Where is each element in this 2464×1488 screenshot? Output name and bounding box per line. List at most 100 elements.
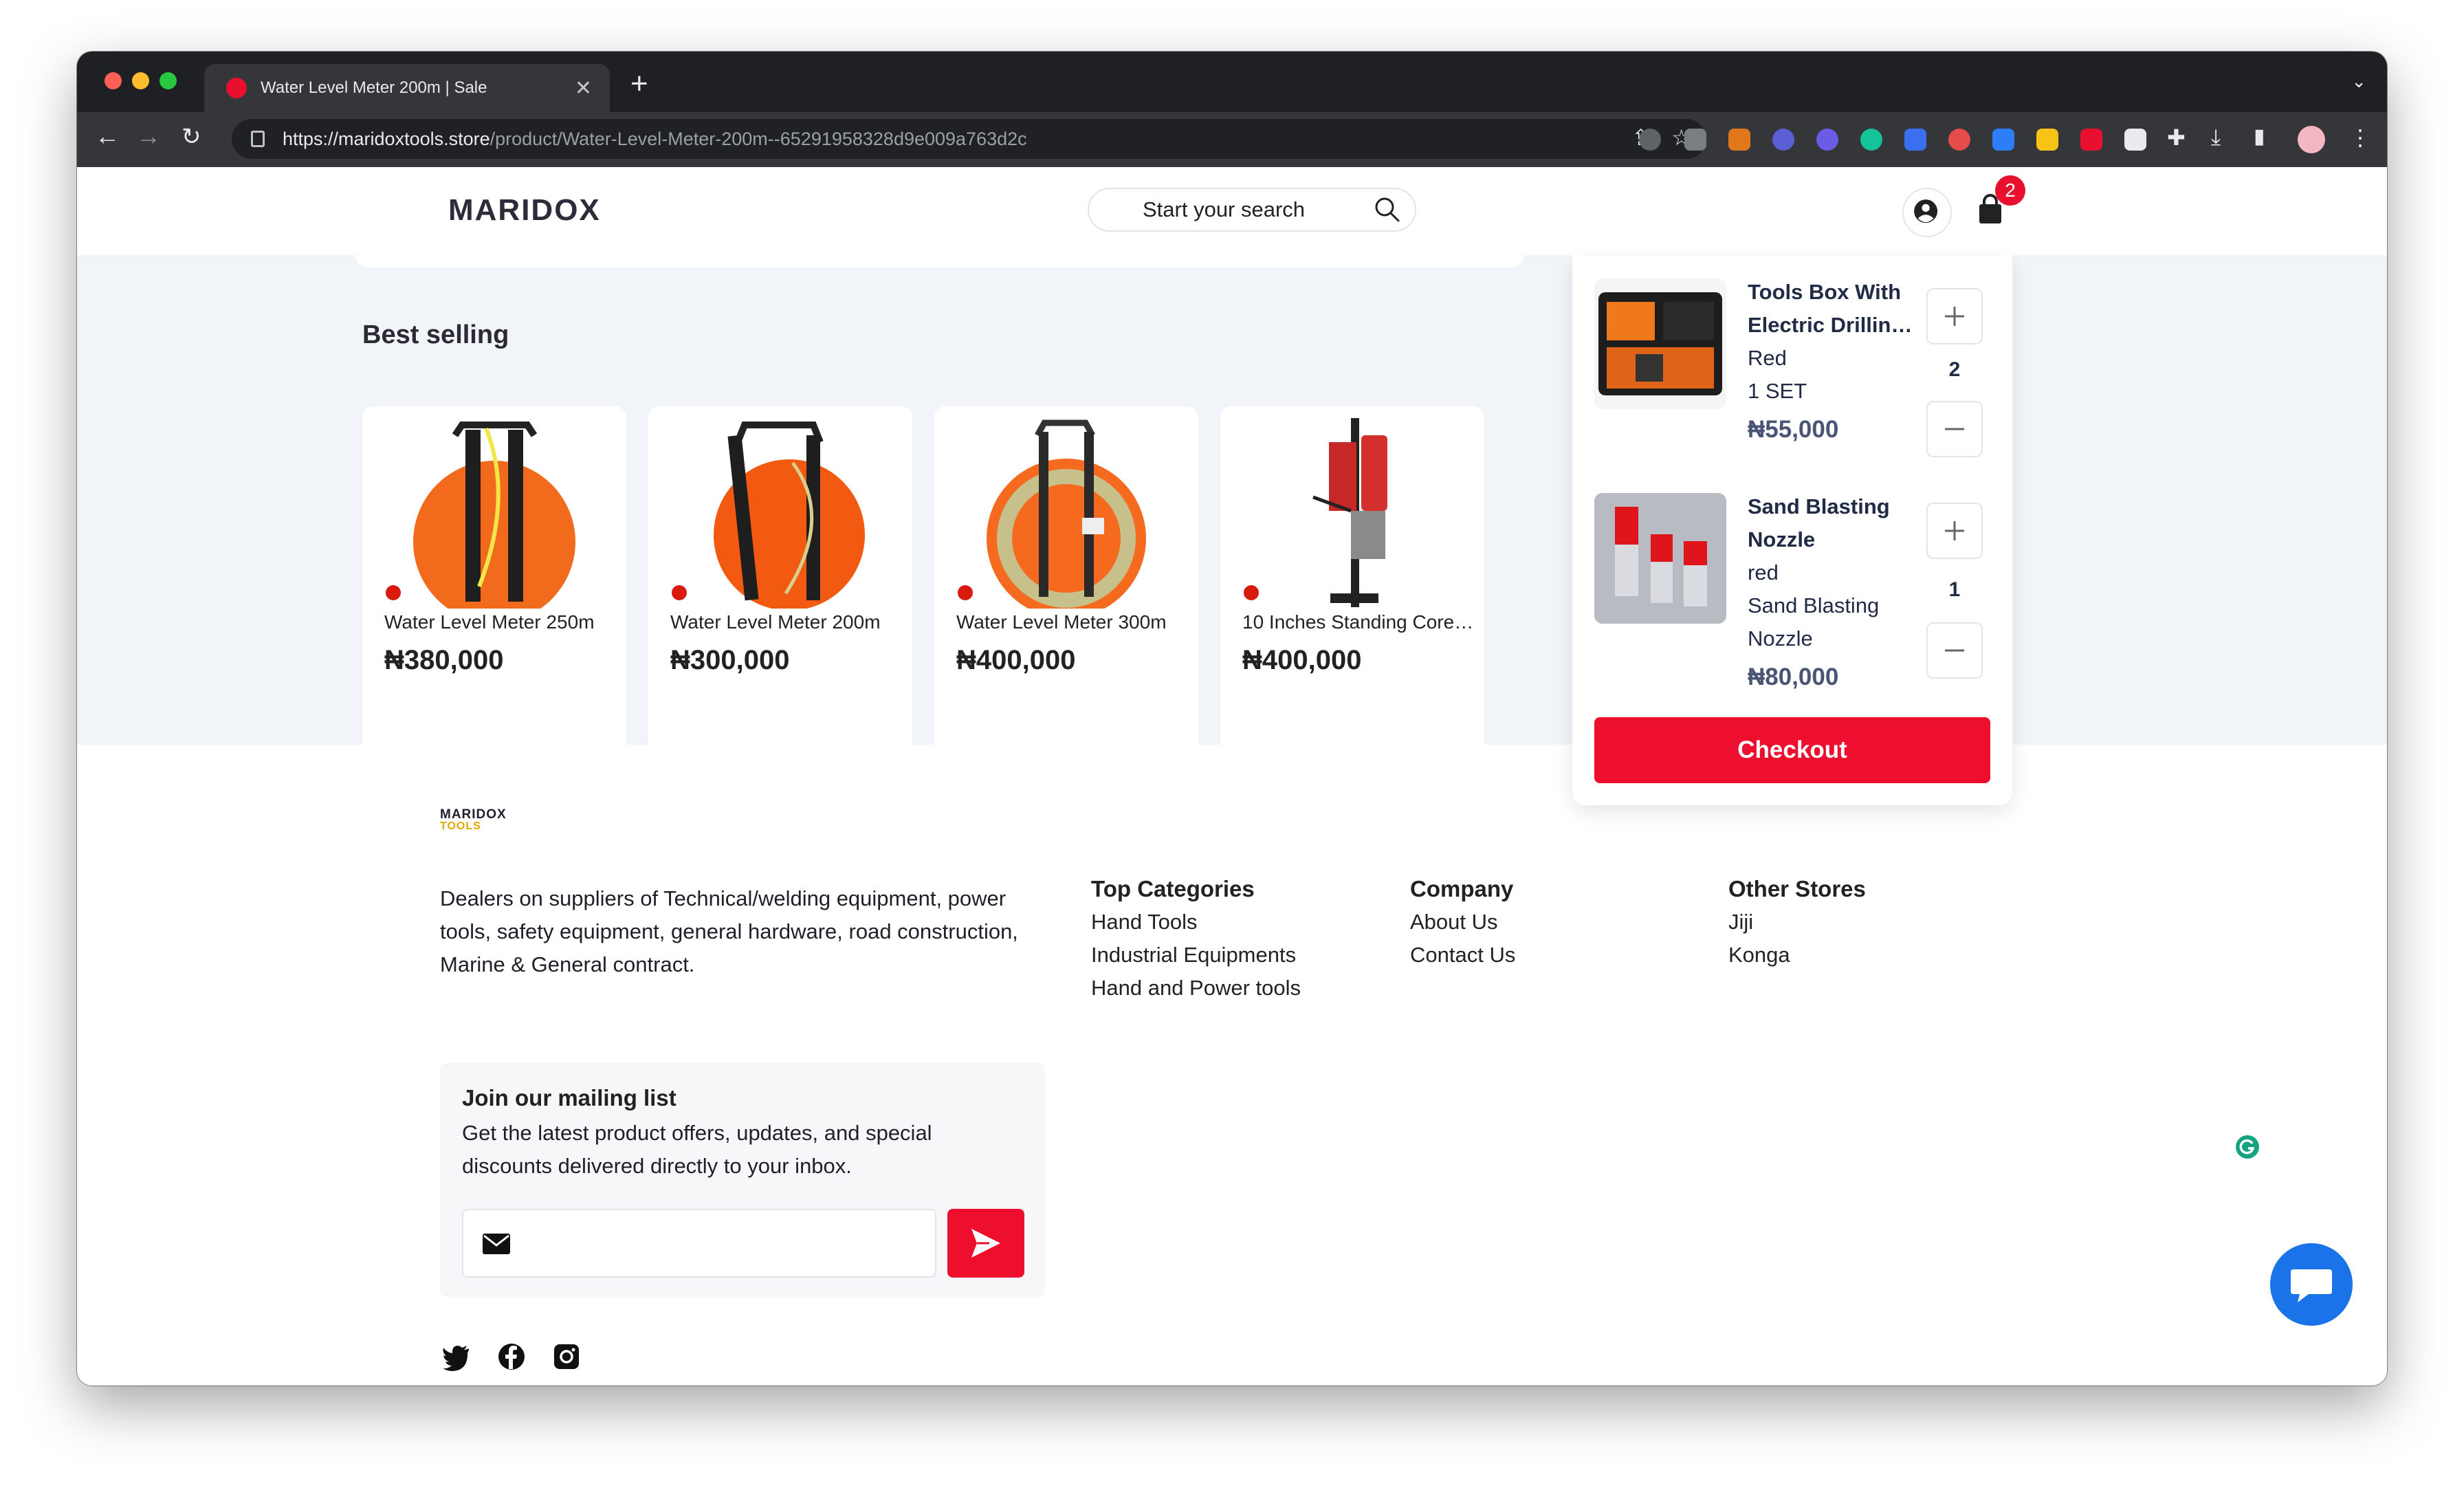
footer-link[interactable]: About Us (1410, 910, 1498, 934)
extension-bird-icon[interactable] (1684, 129, 1706, 151)
address-bar[interactable]: https://maridoxtools.store/product/Water… (232, 119, 1706, 159)
facebook-icon[interactable] (496, 1342, 527, 1372)
footer-column-title: Top Categories (1091, 876, 1255, 901)
cart-dropdown: Tools Box With Electric Drilling Machine… (1572, 255, 2012, 805)
browser-menu-icon[interactable]: ⋮ (2349, 124, 2371, 151)
footer-logo-subtitle: TOOLS (440, 820, 481, 832)
send-icon (971, 1229, 1000, 1258)
extension-qr-icon[interactable] (2124, 129, 2146, 151)
product-price: ₦400,000 (956, 645, 1076, 675)
lock-icon (251, 131, 265, 147)
increase-quantity-button[interactable] (1926, 288, 1983, 344)
close-tab-icon[interactable]: ✕ (575, 76, 592, 100)
user-icon (1914, 199, 1938, 223)
checkout-button[interactable]: Checkout (1594, 717, 1990, 783)
cart-item-option: Sand Blasting Nozzle (1748, 593, 1880, 650)
product-image (1312, 418, 1387, 607)
back-arrow-icon[interactable]: ← (95, 122, 120, 151)
cart-item-price: ₦55,000 (1748, 416, 1839, 443)
footer-link[interactable]: Industrial Equipments (1091, 943, 1296, 967)
site-logo[interactable]: MARIDOX (448, 193, 601, 228)
minus-icon (1945, 428, 1964, 430)
previous-card-edge (355, 255, 1524, 267)
browser-tab[interactable]: Water Level Meter 200m | Sale ✕ (204, 64, 610, 112)
best-selling-section: Best selling Water Level Meter 250m ₦380… (77, 255, 2387, 758)
mailing-list-title: Join our mailing list (462, 1085, 676, 1110)
forward-arrow-icon[interactable]: → (136, 122, 161, 151)
side-panel-icon[interactable]: ▮ (2254, 124, 2265, 149)
live-chat-button[interactable] (2270, 1243, 2353, 1326)
cart-item-option: 1 SET (1748, 379, 1807, 403)
footer-column-title: Company (1410, 876, 1514, 901)
plus-icon (1945, 521, 1964, 540)
tab-bar: Water Level Meter 200m | Sale ✕ + ⌄ (77, 52, 2387, 112)
extension-gear-icon[interactable] (1816, 129, 1838, 151)
twitter-icon[interactable] (441, 1342, 472, 1372)
url-text: https://maridoxtools.store/product/Water… (283, 128, 1027, 149)
cart-item-name: Tools Box With Electric Drilling Machine (1748, 280, 1904, 337)
tab-search-chevron-icon[interactable]: ⌄ (2351, 71, 2366, 92)
extension-fox-icon[interactable] (1728, 129, 1750, 151)
site-favicon-icon (226, 78, 247, 98)
email-field[interactable] (462, 1209, 936, 1278)
footer-column-title: Other Stores (1728, 876, 1866, 901)
footer-link[interactable]: Jiji (1728, 910, 1753, 934)
product-image (714, 422, 865, 609)
product-card[interactable]: Water Level Meter 300m ₦400,000 (934, 406, 1198, 758)
maximize-window-button[interactable] (160, 72, 177, 89)
product-card[interactable]: Water Level Meter 250m ₦380,000 (362, 406, 626, 758)
extension-cloud-icon[interactable] (1639, 129, 1661, 151)
new-tab-button[interactable]: + (630, 67, 648, 101)
product-image (413, 422, 575, 609)
stock-dot (672, 585, 687, 600)
grammarly-icon[interactable] (2236, 1135, 2259, 1159)
footer-link[interactable]: Konga (1728, 943, 1790, 967)
minimize-window-button[interactable] (132, 72, 149, 89)
product-card[interactable]: Water Level Meter 200m ₦300,000 (648, 406, 912, 758)
extension-grammarly-icon[interactable] (1860, 129, 1882, 151)
extension-shield-icon[interactable] (1904, 129, 1926, 151)
search-icon[interactable] (1372, 195, 1402, 225)
stock-dot (1244, 585, 1259, 600)
product-name: 10 Inches Standing Core Drilling Machine (1242, 611, 1476, 633)
instagram-icon[interactable] (551, 1342, 582, 1372)
profile-avatar[interactable] (2298, 126, 2325, 153)
search-input[interactable]: Start your search (1088, 188, 1416, 232)
quantity-value: 1 (1948, 578, 1961, 601)
reload-icon[interactable]: ↻ (182, 123, 201, 151)
extension-warning-icon[interactable] (2036, 129, 2058, 151)
extension-block-icon[interactable] (1948, 129, 1970, 151)
extension-puzzle-icon[interactable] (1772, 129, 1794, 151)
subscribe-button[interactable] (947, 1209, 1024, 1278)
increase-quantity-button[interactable] (1926, 503, 1983, 559)
cart-item-variant: red (1748, 560, 1779, 584)
cart-item-price: ₦80,000 (1748, 664, 1839, 690)
account-button[interactable] (1902, 188, 1952, 237)
footer-link[interactable]: Contact Us (1410, 943, 1515, 967)
mailing-list-description: Get the latest product offers, updates, … (462, 1121, 932, 1178)
product-card[interactable]: 10 Inches Standing Core Drilling Machine… (1220, 406, 1484, 758)
close-window-button[interactable] (104, 72, 122, 89)
web-page: MARIDOX Start your search 2 Best selling… (77, 167, 2387, 1386)
footer-link[interactable]: Hand Tools (1091, 910, 1198, 934)
quantity-value: 2 (1948, 358, 1961, 381)
plus-icon (1945, 307, 1964, 326)
envelope-icon (483, 1234, 510, 1254)
site-header: MARIDOX Start your search 2 (77, 167, 2387, 255)
cart-count-badge: 2 (1995, 175, 2025, 206)
product-name: Water Level Meter 300m (956, 611, 1167, 633)
stock-dot (386, 585, 401, 600)
stock-dot (958, 585, 973, 600)
footer-description: Dealers on suppliers of Technical/weldin… (440, 886, 1018, 976)
decrease-quantity-button[interactable] (1926, 622, 1983, 679)
decrease-quantity-button[interactable] (1926, 401, 1983, 457)
product-price: ₦300,000 (670, 645, 790, 675)
product-image (987, 419, 1146, 609)
extensions-menu-icon[interactable]: ✚ (2167, 124, 2186, 151)
search-placeholder: Start your search (1143, 197, 1306, 221)
footer-link[interactable]: Hand and Power tools (1091, 976, 1301, 1000)
extension-window-icon[interactable] (1992, 129, 2014, 151)
browser-toolbar: ← → ↻ https://maridoxtools.store/product… (77, 112, 2387, 167)
extension-g-icon[interactable] (2080, 129, 2102, 151)
download-icon[interactable]: ⤓ (2211, 124, 2221, 151)
